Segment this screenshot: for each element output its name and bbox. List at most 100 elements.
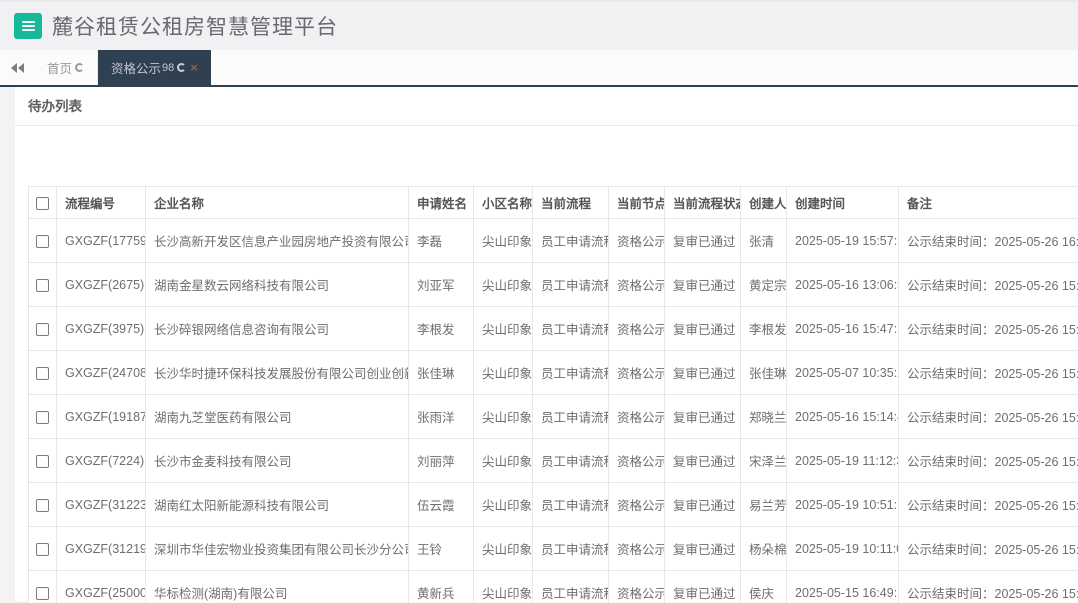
cell-process-no: GXGZF(25000) bbox=[57, 571, 146, 603]
hamburger-icon bbox=[22, 29, 35, 31]
column-header-remark: 备注 bbox=[899, 187, 1078, 219]
cell-current-flow: 员工申请流程 bbox=[533, 395, 609, 439]
cell-applicant-name: 王铃 bbox=[409, 527, 474, 571]
cell-applicant-name: 刘丽萍 bbox=[409, 439, 474, 483]
table-row: GXGZF(17759)长沙高新开发区信息产业园房地产投资有限公司李磊尖山印象员… bbox=[29, 219, 1078, 263]
tab-qualification-publicity[interactable]: 资格公示 98 × bbox=[98, 50, 211, 85]
cell-process-no: GXGZF(17759) bbox=[57, 219, 146, 263]
column-header-current-flow: 当前流程 bbox=[533, 187, 609, 219]
cell-current-flow: 员工申请流程 bbox=[533, 351, 609, 395]
panel-title: 待办列表 bbox=[15, 93, 1078, 126]
cell-company-name: 长沙市金麦科技有限公司 bbox=[146, 439, 409, 483]
cell-current-flow: 员工申请流程 bbox=[533, 307, 609, 351]
cell-applicant-name: 张佳琳 bbox=[409, 351, 474, 395]
row-checkbox-cell bbox=[29, 263, 57, 307]
cell-current-flow: 员工申请流程 bbox=[533, 483, 609, 527]
cell-company-name: 湖南九芝堂医药有限公司 bbox=[146, 395, 409, 439]
cell-current-flow: 员工申请流程 bbox=[533, 439, 609, 483]
cell-community-name: 尖山印象 bbox=[474, 439, 533, 483]
row-checkbox[interactable] bbox=[36, 367, 49, 380]
hamburger-icon bbox=[22, 25, 35, 27]
row-checkbox-cell bbox=[29, 439, 57, 483]
row-checkbox-cell bbox=[29, 219, 57, 263]
cell-company-name: 湖南金星数云网络科技有限公司 bbox=[146, 263, 409, 307]
cell-process-no: GXGZF(19187) bbox=[57, 395, 146, 439]
cell-remark: 公示结束时间：2025-05-26 16:12:31 bbox=[899, 219, 1078, 263]
table-row: GXGZF(31223)湖南红太阳新能源科技有限公司伍云霞尖山印象员工申请流程资… bbox=[29, 483, 1078, 527]
todo-table-wrapper: 流程编号企业名称申请姓名小区名称当前流程当前节点当前流程状态创建人创建时间备注 … bbox=[28, 186, 1078, 603]
hamburger-menu-button[interactable] bbox=[14, 13, 42, 39]
tab-home[interactable]: 首页 bbox=[34, 50, 98, 85]
cell-remark: 公示结束时间：2025-05-26 15:31:08 bbox=[899, 571, 1078, 603]
collapse-tabs-button[interactable] bbox=[0, 50, 34, 85]
cell-created-time: 2025-05-07 10:35:21 bbox=[787, 351, 899, 395]
cell-remark: 公示结束时间：2025-05-26 15:31:31 bbox=[899, 439, 1078, 483]
cell-current-node: 资格公示 bbox=[609, 571, 665, 603]
cell-created-time: 2025-05-15 16:49:51 bbox=[787, 571, 899, 603]
column-header-company-name: 企业名称 bbox=[146, 187, 409, 219]
cell-flow-status: 复审已通过 bbox=[665, 263, 741, 307]
table-row: GXGZF(19187)湖南九芝堂医药有限公司张雨洋尖山印象员工申请流程资格公示… bbox=[29, 395, 1078, 439]
cell-company-name: 湖南红太阳新能源科技有限公司 bbox=[146, 483, 409, 527]
cell-created-time: 2025-05-19 15:57:30 bbox=[787, 219, 899, 263]
row-checkbox[interactable] bbox=[36, 235, 49, 248]
row-checkbox[interactable] bbox=[36, 587, 49, 600]
cell-current-node: 资格公示 bbox=[609, 439, 665, 483]
cell-remark: 公示结束时间：2025-05-26 15:32:22 bbox=[899, 263, 1078, 307]
column-header-process-no: 流程编号 bbox=[57, 187, 146, 219]
cell-community-name: 尖山印象 bbox=[474, 263, 533, 307]
column-header-creator: 创建人 bbox=[741, 187, 787, 219]
cell-remark: 公示结束时间：2025-05-26 15:31:16 bbox=[899, 527, 1078, 571]
cell-remark: 公示结束时间：2025-05-26 15:31:47 bbox=[899, 351, 1078, 395]
cell-current-flow: 员工申请流程 bbox=[533, 263, 609, 307]
column-header-applicant-name: 申请姓名 bbox=[409, 187, 474, 219]
row-checkbox[interactable] bbox=[36, 323, 49, 336]
close-icon[interactable]: × bbox=[190, 61, 198, 74]
row-checkbox-cell bbox=[29, 351, 57, 395]
refresh-icon[interactable] bbox=[75, 63, 84, 72]
cell-applicant-name: 李根发 bbox=[409, 307, 474, 351]
cell-community-name: 尖山印象 bbox=[474, 307, 533, 351]
column-header-community-name: 小区名称 bbox=[474, 187, 533, 219]
double-left-arrow-icon bbox=[11, 63, 17, 73]
cell-current-flow: 员工申请流程 bbox=[533, 527, 609, 571]
row-checkbox[interactable] bbox=[36, 455, 49, 468]
cell-current-node: 资格公示 bbox=[609, 219, 665, 263]
row-checkbox[interactable] bbox=[36, 543, 49, 556]
cell-created-time: 2025-05-16 15:14:46 bbox=[787, 395, 899, 439]
cell-creator: 宋泽兰 bbox=[741, 439, 787, 483]
cell-applicant-name: 刘亚军 bbox=[409, 263, 474, 307]
content-area: 待办列表 流程编号企业名称申请姓名小区名称当前流程当前节点当前流程状态创建人创建… bbox=[0, 87, 1078, 601]
cell-creator: 侯庆 bbox=[741, 571, 787, 603]
cell-company-name: 长沙华时捷环保科技发展股份有限公司创业创新分公司 bbox=[146, 351, 409, 395]
table-row: GXGZF(31219)深圳市华佳宏物业投资集团有限公司长沙分公司王铃尖山印象员… bbox=[29, 527, 1078, 571]
refresh-icon[interactable] bbox=[177, 63, 186, 72]
table-row: GXGZF(24708)长沙华时捷环保科技发展股份有限公司创业创新分公司张佳琳尖… bbox=[29, 351, 1078, 395]
cell-company-name: 长沙高新开发区信息产业园房地产投资有限公司 bbox=[146, 219, 409, 263]
row-checkbox[interactable] bbox=[36, 411, 49, 424]
row-checkbox[interactable] bbox=[36, 499, 49, 512]
cell-applicant-name: 黄新兵 bbox=[409, 571, 474, 603]
cell-current-node: 资格公示 bbox=[609, 395, 665, 439]
cell-created-time: 2025-05-16 15:47:53 bbox=[787, 307, 899, 351]
cell-community-name: 尖山印象 bbox=[474, 527, 533, 571]
cell-flow-status: 复审已通过 bbox=[665, 571, 741, 603]
app-header: 麓谷租赁公租房智慧管理平台 bbox=[0, 0, 1078, 50]
cell-process-no: GXGZF(7224) bbox=[57, 439, 146, 483]
cell-remark: 公示结束时间：2025-05-26 15:31:23 bbox=[899, 483, 1078, 527]
cell-created-time: 2025-05-16 13:06:30 bbox=[787, 263, 899, 307]
cell-created-time: 2025-05-19 10:11:04 bbox=[787, 527, 899, 571]
tab-home-label: 首页 bbox=[47, 58, 72, 77]
select-all-checkbox[interactable] bbox=[36, 197, 49, 210]
cell-community-name: 尖山印象 bbox=[474, 395, 533, 439]
cell-creator: 郑晓兰 bbox=[741, 395, 787, 439]
table-header-row: 流程编号企业名称申请姓名小区名称当前流程当前节点当前流程状态创建人创建时间备注 bbox=[29, 187, 1078, 219]
row-checkbox-cell bbox=[29, 527, 57, 571]
cell-creator: 黄定宗 bbox=[741, 263, 787, 307]
cell-current-node: 资格公示 bbox=[609, 527, 665, 571]
row-checkbox[interactable] bbox=[36, 279, 49, 292]
todo-table: 流程编号企业名称申请姓名小区名称当前流程当前节点当前流程状态创建人创建时间备注 … bbox=[28, 186, 1078, 603]
cell-process-no: GXGZF(2675) bbox=[57, 263, 146, 307]
cell-creator: 张佳琳 bbox=[741, 351, 787, 395]
tab-count-badge: 98 bbox=[162, 62, 174, 74]
